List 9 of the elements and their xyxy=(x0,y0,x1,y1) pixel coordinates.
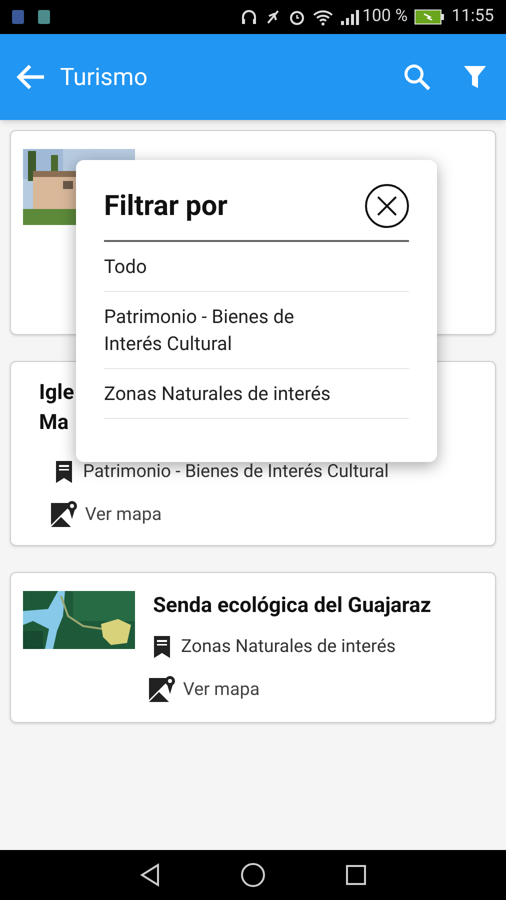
place-title: Ma xyxy=(39,410,69,437)
place-title: Igle xyxy=(39,380,74,407)
category-label: Zonas Naturales de interés xyxy=(181,635,396,660)
app-title: Turismo xyxy=(60,62,149,93)
dialog-title: Filtrar por xyxy=(104,188,228,224)
battery-percent: 100 % xyxy=(362,5,408,28)
clock: 11:55 xyxy=(452,5,494,28)
place-title: Senda ecológica del Guajaraz xyxy=(153,593,432,620)
category-label: Patrimonio - Bienes de Interés Cultural xyxy=(83,460,389,484)
